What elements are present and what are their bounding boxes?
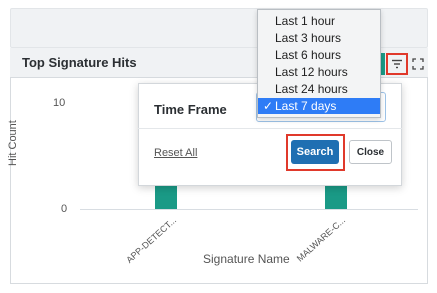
- bar-malware: [325, 186, 347, 209]
- reset-all-link[interactable]: Reset All: [154, 147, 197, 159]
- y-axis-label: Hit Count: [7, 120, 19, 166]
- option-last-7-days[interactable]: ✓ Last 7 days: [258, 98, 380, 114]
- expand-icon: [412, 58, 424, 70]
- close-button[interactable]: Close: [349, 140, 392, 164]
- popup-divider: [138, 128, 402, 129]
- dashboard-frame: Top Signature Hits 10 0 Hit Count APP-DE…: [0, 0, 437, 293]
- x-axis-line: [80, 209, 418, 210]
- option-last-1-hour[interactable]: Last 1 hour: [258, 13, 380, 29]
- option-last-12-hours[interactable]: Last 12 hours: [258, 64, 380, 80]
- check-icon: ✓: [263, 99, 274, 113]
- panel-title: Top Signature Hits: [22, 55, 137, 70]
- expand-button[interactable]: [412, 57, 424, 70]
- time-frame-label: Time Frame: [154, 102, 227, 117]
- y-tick-10: 10: [53, 97, 66, 109]
- y-tick-0: 0: [61, 203, 68, 215]
- bar-app-detect: [155, 186, 177, 209]
- filter-button[interactable]: [386, 53, 408, 75]
- option-last-3-hours[interactable]: Last 3 hours: [258, 30, 380, 46]
- filter-icon: [392, 59, 402, 69]
- search-button[interactable]: Search: [291, 140, 339, 164]
- option-label: Last 7 days: [275, 99, 337, 113]
- option-last-24-hours[interactable]: Last 24 hours: [258, 81, 380, 97]
- x-axis-label: Signature Name: [203, 252, 290, 266]
- option-last-6-hours[interactable]: Last 6 hours: [258, 47, 380, 63]
